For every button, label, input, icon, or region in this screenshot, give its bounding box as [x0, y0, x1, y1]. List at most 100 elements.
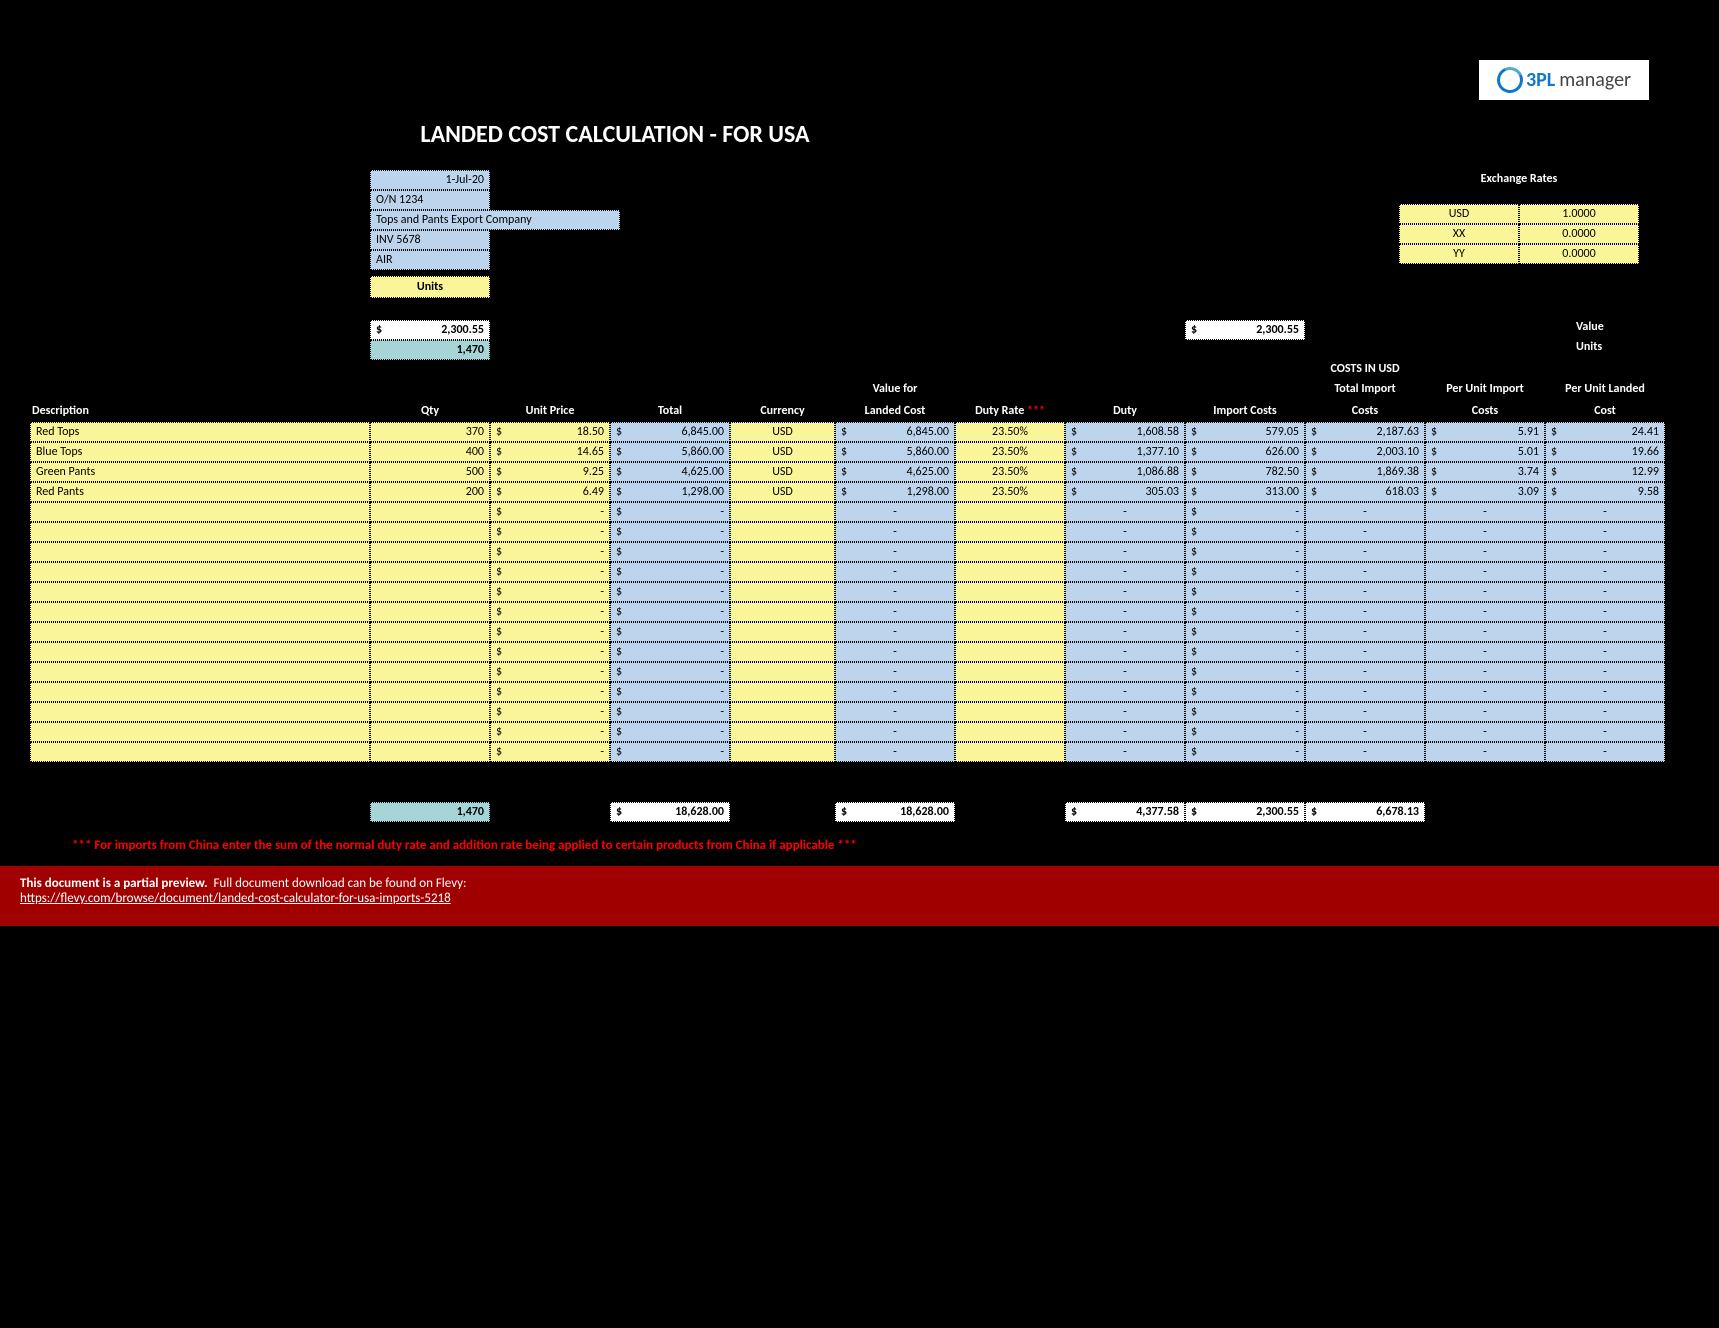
- empty-vlc-1[interactable]: -: [835, 522, 955, 542]
- empty-pulc-10[interactable]: -: [1545, 702, 1665, 722]
- line-import-costs-0[interactable]: $579.05: [1185, 422, 1305, 442]
- line-puic-3[interactable]: $3.09: [1425, 482, 1545, 502]
- empty-duty-rate-4[interactable]: [955, 582, 1065, 602]
- empty-pulc-8[interactable]: -: [1545, 662, 1665, 682]
- empty-puic-2[interactable]: -: [1425, 542, 1545, 562]
- line-qty-2[interactable]: 500: [370, 462, 490, 482]
- exchange-rate-1[interactable]: 0.0000: [1519, 224, 1639, 244]
- empty-pulc-2[interactable]: -: [1545, 542, 1665, 562]
- empty-total-2[interactable]: $-: [610, 542, 730, 562]
- empty-qty-12[interactable]: [370, 742, 490, 762]
- empty-duty-rate-8[interactable]: [955, 662, 1065, 682]
- preview-link[interactable]: https://flevy.com/browse/document/landed…: [20, 891, 451, 906]
- empty-duty-rate-0[interactable]: [955, 502, 1065, 522]
- empty-duty-0[interactable]: -: [1065, 502, 1185, 522]
- empty-vlc-12[interactable]: -: [835, 742, 955, 762]
- empty-qty-1[interactable]: [370, 522, 490, 542]
- line-desc-2[interactable]: Green Pants: [30, 462, 370, 482]
- empty-vlc-6[interactable]: -: [835, 622, 955, 642]
- line-qty-1[interactable]: 400: [370, 442, 490, 462]
- empty-total-4[interactable]: $-: [610, 582, 730, 602]
- empty-duty-5[interactable]: -: [1065, 602, 1185, 622]
- empty-currency-1[interactable]: [730, 522, 835, 542]
- empty-puic-9[interactable]: -: [1425, 682, 1545, 702]
- empty-qty-7[interactable]: [370, 642, 490, 662]
- empty-duty-rate-5[interactable]: [955, 602, 1065, 622]
- empty-currency-8[interactable]: [730, 662, 835, 682]
- empty-puic-1[interactable]: -: [1425, 522, 1545, 542]
- empty-puic-6[interactable]: -: [1425, 622, 1545, 642]
- empty-desc-11[interactable]: [30, 722, 370, 742]
- empty-unit-price-11[interactable]: $-: [490, 722, 610, 742]
- empty-puic-7[interactable]: -: [1425, 642, 1545, 662]
- line-import-costs-2[interactable]: $782.50: [1185, 462, 1305, 482]
- empty-currency-10[interactable]: [730, 702, 835, 722]
- empty-currency-0[interactable]: [730, 502, 835, 522]
- empty-qty-0[interactable]: [370, 502, 490, 522]
- empty-total-1[interactable]: $-: [610, 522, 730, 542]
- exchange-rate-2[interactable]: 0.0000: [1519, 244, 1639, 264]
- empty-pulc-3[interactable]: -: [1545, 562, 1665, 582]
- empty-tic-3[interactable]: -: [1305, 562, 1425, 582]
- empty-duty-3[interactable]: -: [1065, 562, 1185, 582]
- empty-import-costs-10[interactable]: $-: [1185, 702, 1305, 722]
- line-qty-3[interactable]: 200: [370, 482, 490, 502]
- summary-import-costs[interactable]: $ 2,300.55: [1185, 320, 1305, 340]
- empty-tic-11[interactable]: -: [1305, 722, 1425, 742]
- header-mode[interactable]: AIR: [370, 250, 490, 270]
- empty-pulc-7[interactable]: -: [1545, 642, 1665, 662]
- empty-pulc-12[interactable]: -: [1545, 742, 1665, 762]
- total-total[interactable]: $18,628.00: [610, 802, 730, 822]
- line-total-1[interactable]: $5,860.00: [610, 442, 730, 462]
- empty-tic-5[interactable]: -: [1305, 602, 1425, 622]
- empty-tic-12[interactable]: -: [1305, 742, 1425, 762]
- header-date[interactable]: 1-Jul-20: [370, 170, 490, 190]
- empty-vlc-11[interactable]: -: [835, 722, 955, 742]
- empty-puic-0[interactable]: -: [1425, 502, 1545, 522]
- exchange-rate-0[interactable]: 1.0000: [1519, 204, 1639, 224]
- empty-qty-3[interactable]: [370, 562, 490, 582]
- empty-desc-6[interactable]: [30, 622, 370, 642]
- empty-currency-3[interactable]: [730, 562, 835, 582]
- empty-desc-5[interactable]: [30, 602, 370, 622]
- line-vlc-0[interactable]: $6,845.00: [835, 422, 955, 442]
- empty-duty-8[interactable]: -: [1065, 662, 1185, 682]
- total-vlc[interactable]: $18,628.00: [835, 802, 955, 822]
- empty-tic-8[interactable]: -: [1305, 662, 1425, 682]
- empty-import-costs-4[interactable]: $-: [1185, 582, 1305, 602]
- empty-import-costs-12[interactable]: $-: [1185, 742, 1305, 762]
- empty-unit-price-3[interactable]: $-: [490, 562, 610, 582]
- empty-total-6[interactable]: $-: [610, 622, 730, 642]
- empty-pulc-4[interactable]: -: [1545, 582, 1665, 602]
- empty-desc-0[interactable]: [30, 502, 370, 522]
- empty-total-10[interactable]: $-: [610, 702, 730, 722]
- empty-desc-1[interactable]: [30, 522, 370, 542]
- empty-total-5[interactable]: $-: [610, 602, 730, 622]
- empty-import-costs-0[interactable]: $-: [1185, 502, 1305, 522]
- line-duty-rate-2[interactable]: 23.50%: [955, 462, 1065, 482]
- line-unit-price-1[interactable]: $14.65: [490, 442, 610, 462]
- empty-duty-rate-11[interactable]: [955, 722, 1065, 742]
- line-vlc-2[interactable]: $4,625.00: [835, 462, 955, 482]
- empty-vlc-9[interactable]: -: [835, 682, 955, 702]
- empty-tic-4[interactable]: -: [1305, 582, 1425, 602]
- line-duty-rate-0[interactable]: 23.50%: [955, 422, 1065, 442]
- empty-puic-12[interactable]: -: [1425, 742, 1545, 762]
- empty-duty-4[interactable]: -: [1065, 582, 1185, 602]
- exchange-code-1[interactable]: XX: [1399, 224, 1519, 244]
- empty-pulc-9[interactable]: -: [1545, 682, 1665, 702]
- empty-currency-9[interactable]: [730, 682, 835, 702]
- empty-total-0[interactable]: $-: [610, 502, 730, 522]
- empty-import-costs-5[interactable]: $-: [1185, 602, 1305, 622]
- empty-pulc-6[interactable]: -: [1545, 622, 1665, 642]
- empty-vlc-2[interactable]: -: [835, 542, 955, 562]
- total-tic[interactable]: $6,678.13: [1305, 802, 1425, 822]
- empty-duty-6[interactable]: -: [1065, 622, 1185, 642]
- empty-duty-12[interactable]: -: [1065, 742, 1185, 762]
- line-pulc-2[interactable]: $12.99: [1545, 462, 1665, 482]
- total-import-costs[interactable]: $2,300.55: [1185, 802, 1305, 822]
- line-puic-1[interactable]: $5.01: [1425, 442, 1545, 462]
- line-duty-0[interactable]: $1,608.58: [1065, 422, 1185, 442]
- empty-currency-6[interactable]: [730, 622, 835, 642]
- line-desc-0[interactable]: Red Tops: [30, 422, 370, 442]
